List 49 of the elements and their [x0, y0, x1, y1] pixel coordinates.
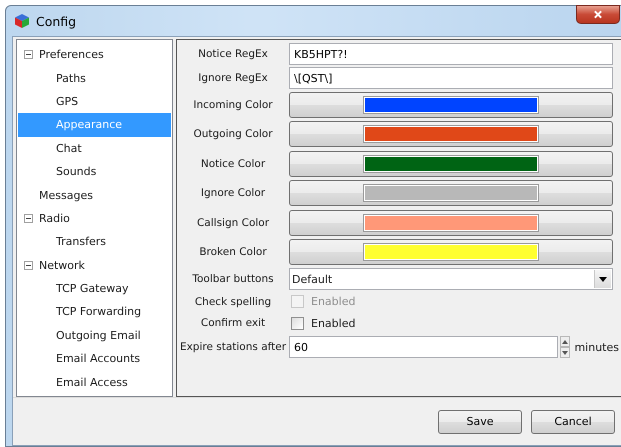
- setting-label: Broken Color: [198, 246, 268, 258]
- setting-label: Incoming Color: [192, 98, 274, 111]
- collapse-toggle[interactable]: [24, 214, 32, 223]
- tree-item[interactable]: Paths: [18, 66, 171, 90]
- setting-label: Callsign Color: [196, 216, 270, 229]
- color-button[interactable]: [289, 210, 613, 236]
- tree-item[interactable]: TCP Gateway: [18, 276, 171, 300]
- setting-label: Toolbar buttons: [191, 273, 275, 285]
- color-button[interactable]: [289, 121, 613, 148]
- color-button[interactable]: [289, 239, 613, 266]
- tree-item[interactable]: Messages: [18, 183, 171, 207]
- collapse-toggle[interactable]: [24, 50, 32, 60]
- caret-icon: [599, 276, 607, 282]
- color-button[interactable]: [289, 92, 613, 118]
- setting-label: Expire stations after: [178, 341, 288, 353]
- input-field[interactable]: KB5HPT?!: [289, 43, 613, 65]
- color-button[interactable]: [289, 180, 613, 206]
- setting-label: Outgoing Color: [192, 128, 274, 140]
- collapse-toggle[interactable]: [24, 260, 32, 270]
- cube-icon: [14, 13, 30, 29]
- tree-item[interactable]: Chat: [18, 136, 171, 160]
- number-field[interactable]: 60: [289, 336, 558, 358]
- color-button[interactable]: [289, 150, 613, 177]
- tree-item[interactable]: GPS: [18, 90, 171, 114]
- tree-item[interactable]: Network: [18, 254, 171, 277]
- tree-item[interactable]: Sounds: [18, 160, 171, 184]
- close-icon: [593, 10, 603, 19]
- tree-item[interactable]: Email Access: [18, 370, 171, 394]
- window-title: Config: [36, 14, 76, 28]
- tree-item[interactable]: Transfers: [18, 230, 171, 254]
- tree-item[interactable]: Outgoing Email: [18, 324, 171, 348]
- cancel-button[interactable]: Cancel: [531, 410, 615, 434]
- tree-item[interactable]: Radio: [18, 206, 171, 230]
- close-button[interactable]: [576, 5, 620, 24]
- unit-label: minutes: [574, 340, 619, 354]
- tree-item[interactable]: Preferences: [18, 43, 171, 66]
- checkbox[interactable]: Enabled: [289, 316, 613, 330]
- setting-label: Notice RegEx: [197, 48, 269, 60]
- tree-item[interactable]: TCP Forwarding: [18, 300, 171, 324]
- setting-label: Notice Color: [200, 158, 266, 170]
- setting-label: Ignore Color: [200, 187, 266, 200]
- setting-label: Confirm exit: [200, 317, 266, 330]
- input-field[interactable]: \[QST\]: [289, 67, 613, 89]
- dropdown[interactable]: Default: [289, 268, 613, 290]
- save-button[interactable]: Save: [438, 410, 522, 434]
- tree-item[interactable]: Email Accounts: [18, 347, 171, 370]
- spin-buttons[interactable]: [560, 336, 570, 358]
- setting-label: Check spelling: [194, 296, 272, 308]
- setting-label: Ignore RegEx: [197, 72, 269, 84]
